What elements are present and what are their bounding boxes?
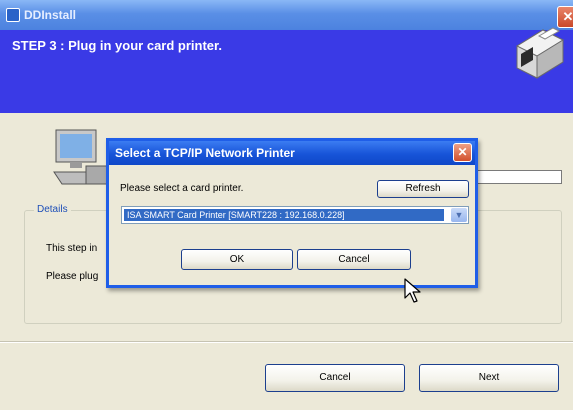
select-printer-dialog: Select a TCP/IP Network Printer ✕ Please… [106, 138, 478, 288]
selected-printer: ISA SMART Card Printer [SMART228 : 192.1… [124, 209, 444, 221]
button-separator [0, 341, 573, 343]
computer-illustration [53, 129, 109, 185]
details-text-line-2: Please plug [46, 271, 99, 282]
dialog-title: Select a TCP/IP Network Printer [115, 146, 295, 160]
details-label: Details [34, 204, 71, 215]
progress-bar [470, 170, 562, 184]
printer-prompt: Please select a card printer. [120, 183, 244, 194]
installer-window: DDInstall ✕ STEP 3 : Plug in your card p… [0, 0, 573, 410]
printer-illustration [515, 27, 565, 79]
dropdown-arrow-icon[interactable]: ▼ [451, 208, 467, 222]
dialog-title-bar: Select a TCP/IP Network Printer ✕ [109, 141, 475, 165]
next-button[interactable]: Next [419, 364, 559, 392]
mouse-cursor-icon [404, 278, 421, 303]
main-window-title: DDInstall [24, 8, 77, 22]
main-title-bar: DDInstall ✕ [0, 0, 573, 30]
details-text-line-1: This step in [46, 243, 98, 254]
cancel-button[interactable]: Cancel [265, 364, 405, 392]
refresh-button[interactable]: Refresh [377, 180, 469, 198]
app-icon [6, 8, 20, 22]
printer-dropdown[interactable]: ISA SMART Card Printer [SMART228 : 192.1… [121, 206, 469, 224]
dialog-cancel-button[interactable]: Cancel [297, 249, 411, 270]
step-title: STEP 3 : Plug in your card printer. [12, 38, 222, 53]
close-icon[interactable]: ✕ [453, 143, 472, 162]
ok-button[interactable]: OK [181, 249, 293, 270]
